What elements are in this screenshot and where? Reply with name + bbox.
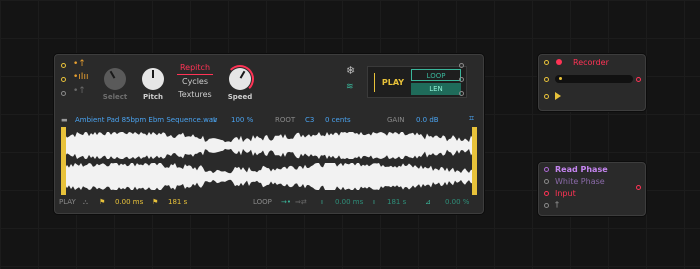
pitch-label: Pitch (142, 93, 163, 101)
record-icon[interactable] (556, 59, 562, 65)
loop-fade-value[interactable]: 0.00 % (445, 198, 469, 206)
mode-repitch[interactable]: Repitch (177, 61, 213, 75)
pitch-up-dim-icon: •↑ (73, 86, 86, 96)
end-marker[interactable] (472, 127, 477, 195)
play-icon[interactable] (555, 92, 561, 100)
start-marker[interactable] (61, 127, 66, 195)
root-label: ROOT (275, 116, 296, 124)
read-phase-label: Read Phase (555, 165, 608, 174)
select-knob[interactable] (104, 68, 126, 90)
cents-value[interactable]: 0 cents (325, 116, 351, 124)
write-phase-port[interactable] (544, 179, 549, 184)
speed-knob[interactable] (229, 68, 251, 90)
playback-bar: PLAY ⛬ ⚑ 0.00 ms ⚑ 181 s LOOP →• ⇒⇄ ı 0.… (59, 197, 479, 209)
input-port[interactable] (544, 191, 549, 196)
loop-shuffle-icon[interactable]: ⇒⇄ (295, 198, 307, 206)
loop-arrow-icon[interactable]: →• (281, 198, 291, 206)
play-button[interactable]: PLAY (374, 73, 411, 92)
zoom-icon[interactable]: ıIı (211, 116, 217, 124)
waveform-channel (63, 163, 475, 190)
crossfade-icon[interactable]: ⊿ (425, 198, 431, 206)
aux-label: † (555, 200, 559, 209)
out-port-2[interactable] (459, 77, 464, 82)
loop-button[interactable]: LOOP (411, 69, 461, 81)
aux-port[interactable] (544, 203, 549, 208)
pitch-knob[interactable] (142, 68, 164, 90)
out-port-1[interactable] (459, 63, 464, 68)
read-phase-port[interactable] (544, 167, 549, 172)
input-label: Input (555, 189, 576, 198)
record-position-bar[interactable] (555, 75, 633, 83)
loop-end-time[interactable]: 181 s (387, 198, 406, 206)
root-note[interactable]: C3 (305, 116, 314, 124)
gate-mod-port[interactable] (61, 77, 66, 82)
play-label: PLAY (59, 198, 76, 206)
zoom-value[interactable]: 100 % (231, 116, 253, 124)
loop-end-icon[interactable]: ı (373, 198, 375, 206)
folder-icon[interactable]: ▬ (61, 116, 68, 124)
rec-port-1[interactable] (544, 60, 549, 65)
freeze-icon[interactable]: ❄ (346, 64, 355, 77)
mode-cycles[interactable]: Cycles (177, 75, 213, 88)
play-person-icon[interactable]: ⛬ (83, 198, 88, 207)
phase-out-port[interactable] (636, 185, 641, 190)
start-flag-icon[interactable]: ⚑ (99, 198, 105, 206)
gain-value[interactable]: 0.0 dB (416, 116, 439, 124)
pitch-mod-port[interactable] (61, 63, 66, 68)
playback-mode-box: PLAY LOOP LEN (367, 66, 467, 98)
end-time[interactable]: 181 s (168, 198, 187, 206)
aux-mod-port[interactable] (61, 91, 66, 96)
rec-port-2[interactable] (544, 77, 549, 82)
waveform-display[interactable] (63, 130, 475, 192)
recorder-title: Recorder (573, 58, 609, 67)
position-dot (559, 77, 562, 80)
mode-textures[interactable]: Textures (177, 88, 213, 101)
sample-file-name[interactable]: Ambient Pad 85bpm Ebm Sequence.wav (75, 116, 217, 124)
recorder-device: Recorder (538, 54, 646, 111)
start-time[interactable]: 0.00 ms (115, 198, 143, 206)
mode-selector[interactable]: Repitch Cycles Textures (177, 61, 213, 101)
loop-start-icon[interactable]: ı (321, 198, 323, 206)
rec-port-3[interactable] (544, 94, 549, 99)
sampler-device: •↑ •ıIıı •↑ Select Pitch Speed Repitch C… (54, 54, 484, 214)
speed-label: Speed (227, 93, 253, 101)
loop-label: LOOP (253, 198, 272, 206)
write-phase-label: White Phase (555, 177, 605, 186)
pitch-up-icon[interactable]: •↑ (73, 59, 86, 69)
rec-out-port[interactable] (636, 77, 641, 82)
fit-icon[interactable]: ⌗ (469, 114, 474, 124)
select-label: Select (102, 93, 128, 101)
sample-info-bar: ▬ Ambient Pad 85bpm Ebm Sequence.wav ıIı… (61, 114, 477, 128)
waveform-svg (63, 132, 475, 190)
waveform-channel (63, 132, 475, 159)
len-button[interactable]: LEN (411, 83, 461, 95)
loop-wave-icon[interactable]: ≋ (346, 82, 354, 92)
waveform-mini-icon[interactable]: •ıIıı (73, 72, 88, 82)
out-port-3[interactable] (459, 91, 464, 96)
gain-label: GAIN (387, 116, 405, 124)
loop-start-time[interactable]: 0.00 ms (335, 198, 363, 206)
phase-device: Read Phase White Phase Input † (538, 162, 646, 216)
end-flag-icon[interactable]: ⚑ (152, 198, 158, 206)
